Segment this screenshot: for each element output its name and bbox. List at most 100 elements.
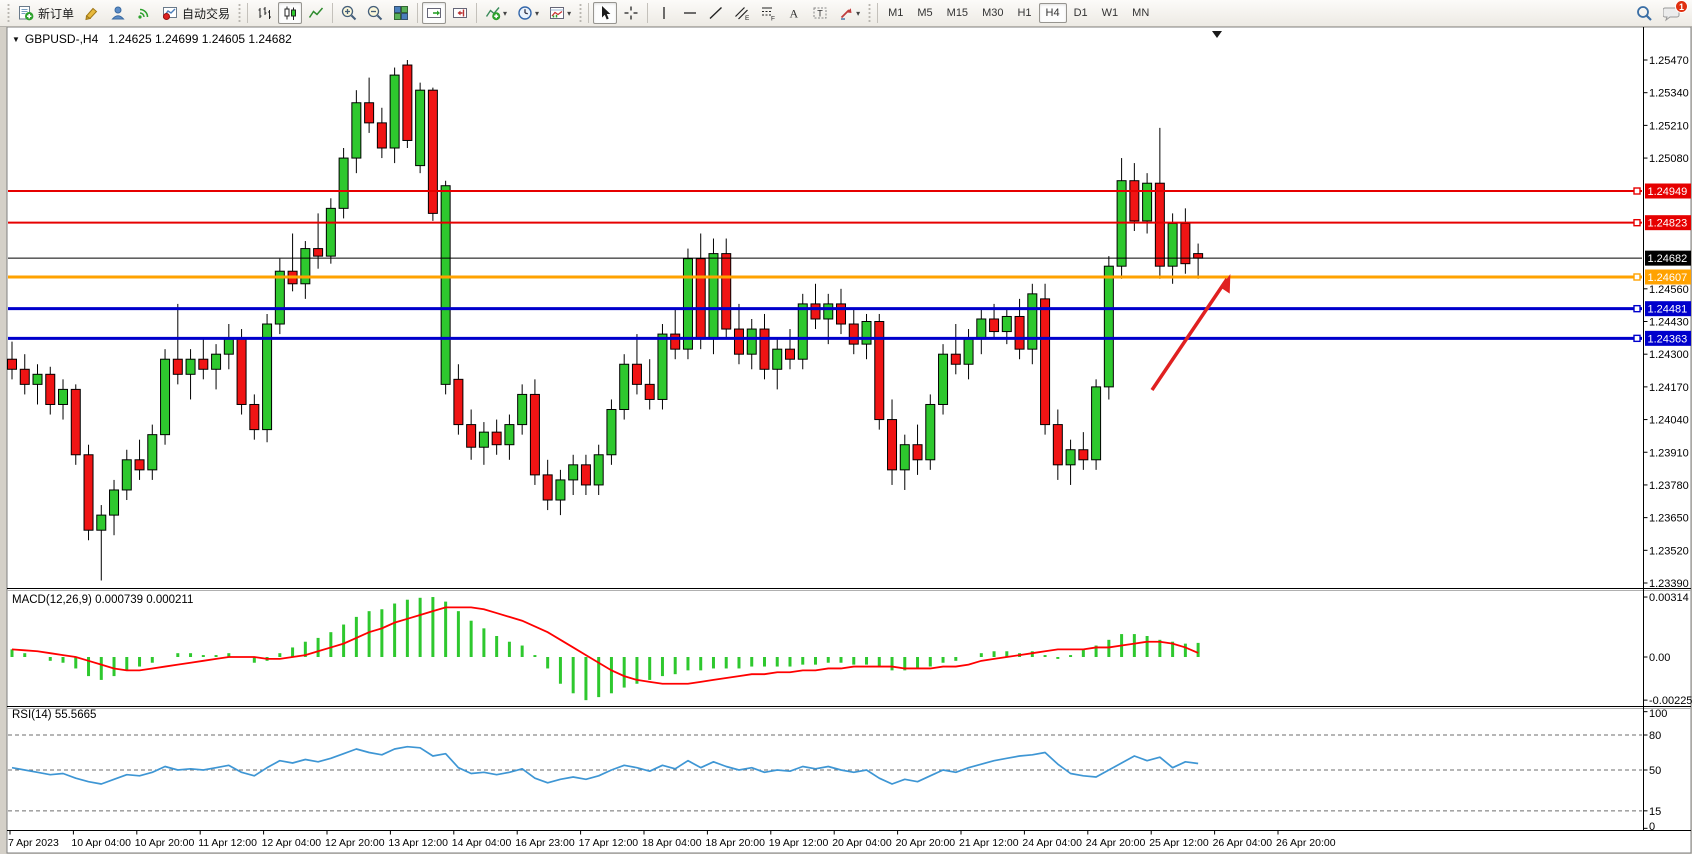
svg-text:1.24430: 1.24430 (1649, 317, 1689, 329)
auto-trading-button[interactable]: 自动交易 (158, 2, 234, 24)
timeframe-h4[interactable]: H4 (1039, 3, 1067, 23)
chart-title[interactable]: ▼GBPUSD-,H41.24625 1.24699 1.24605 1.246… (12, 32, 292, 46)
crosshair-button[interactable] (619, 2, 643, 24)
candle (785, 349, 794, 359)
timeframe-mn[interactable]: MN (1125, 3, 1156, 23)
chart-shift-button[interactable] (448, 2, 472, 24)
toolbar-grip[interactable] (578, 4, 583, 22)
search-button[interactable] (1632, 2, 1657, 24)
candle (326, 208, 335, 256)
candlestick-chart-button[interactable] (278, 2, 302, 24)
svg-text:18 Apr 20:00: 18 Apr 20:00 (705, 837, 765, 849)
separator (588, 3, 589, 23)
candle (530, 394, 539, 474)
auto-scroll-button[interactable] (422, 2, 446, 24)
auto-trading-icon (162, 5, 178, 21)
hline-handle[interactable] (1634, 274, 1640, 280)
svg-text:1.24170: 1.24170 (1649, 382, 1689, 394)
text-button[interactable]: A (782, 2, 806, 24)
indicators-button[interactable]: ▾ (481, 2, 511, 24)
signal-button[interactable] (132, 2, 156, 24)
trendline-button[interactable] (704, 2, 728, 24)
candle (683, 259, 692, 350)
timeframe-m15[interactable]: M15 (940, 3, 975, 23)
person-icon (110, 5, 126, 21)
candle (556, 480, 565, 500)
timeframe-h1[interactable]: H1 (1010, 3, 1038, 23)
candle (1002, 316, 1011, 331)
hline-handle[interactable] (1634, 220, 1640, 226)
tile-windows-button[interactable] (389, 2, 413, 24)
chart-area[interactable]: 1.254701.253401.252101.250801.245601.244… (0, 0, 1692, 854)
candle (1168, 223, 1177, 266)
timeframe-m5[interactable]: M5 (910, 3, 939, 23)
candle (8, 359, 17, 369)
tile-windows-icon (393, 5, 409, 21)
candle (543, 475, 552, 500)
price-badge: 1.24949 (1645, 184, 1691, 199)
candle (1053, 425, 1062, 465)
svg-text:26 Apr 04:00: 26 Apr 04:00 (1213, 837, 1273, 849)
svg-text:20 Apr 20:00: 20 Apr 20:00 (896, 837, 956, 849)
arrows-tool-button[interactable]: ▾ (834, 2, 864, 24)
timeframe-m1[interactable]: M1 (881, 3, 910, 23)
toolbar-grip[interactable] (867, 4, 872, 22)
chevron-down-icon: ▾ (535, 9, 539, 18)
hline-handle[interactable] (1634, 188, 1640, 194)
candle (1092, 387, 1101, 460)
timeframe-d1[interactable]: D1 (1067, 3, 1095, 23)
horizontal-line-icon (682, 5, 698, 21)
svg-text:50: 50 (1649, 765, 1661, 777)
styler-button[interactable] (80, 2, 104, 24)
fibonacci-icon: F (760, 5, 776, 21)
candle (913, 445, 922, 460)
horizontal-line-button[interactable] (678, 2, 702, 24)
hline-handle[interactable] (1634, 306, 1640, 312)
candle (951, 354, 960, 364)
svg-text:1.24823: 1.24823 (1648, 218, 1688, 230)
new-order-icon (18, 5, 34, 21)
macd-indicator-label: MACD(12,26,9) 0.000739 0.000211 (12, 594, 193, 606)
timeframe-w1[interactable]: W1 (1095, 3, 1126, 23)
svg-text:18 Apr 04:00: 18 Apr 04:00 (642, 837, 702, 849)
fibonacci-button[interactable]: F (756, 2, 780, 24)
profile-button[interactable] (106, 2, 130, 24)
candle (964, 339, 973, 364)
candle (441, 186, 450, 385)
equidistant-channel-button[interactable]: E (730, 2, 754, 24)
periods-button[interactable]: ▾ (513, 2, 543, 24)
bar-chart-button[interactable] (252, 2, 276, 24)
svg-text:1.23390: 1.23390 (1649, 578, 1689, 590)
candle (1104, 266, 1113, 387)
candle (237, 339, 246, 404)
price-badge: 1.24607 (1645, 269, 1691, 284)
candlestick-icon (282, 5, 298, 21)
candle (186, 359, 195, 374)
candle (199, 359, 208, 369)
main-toolbar: 新订单 自动交易 ▾ ▾ (0, 0, 1692, 27)
chart-window[interactable] (7, 27, 1691, 853)
hline-handle[interactable] (1634, 335, 1640, 341)
notifications-button[interactable]: 1 (1659, 2, 1685, 24)
svg-text:17 Apr 12:00: 17 Apr 12:00 (579, 837, 639, 849)
svg-text:10 Apr 20:00: 10 Apr 20:00 (135, 837, 195, 849)
toolbar-grip[interactable] (237, 4, 242, 22)
svg-text:1.25470: 1.25470 (1649, 55, 1689, 67)
timeframe-m30[interactable]: M30 (975, 3, 1010, 23)
candle (377, 123, 386, 148)
templates-button[interactable]: ▾ (545, 2, 575, 24)
new-order-button[interactable]: 新订单 (14, 2, 78, 24)
toolbar-grip[interactable] (6, 4, 11, 22)
candle (224, 339, 233, 354)
zoom-out-button[interactable] (363, 2, 387, 24)
cursor-button[interactable] (593, 2, 617, 24)
candle (59, 389, 68, 404)
vertical-line-button[interactable] (652, 2, 676, 24)
svg-text:16 Apr 23:00: 16 Apr 23:00 (515, 837, 575, 849)
svg-text:24 Apr 04:00: 24 Apr 04:00 (1022, 837, 1082, 849)
text-label-button[interactable]: T (808, 2, 832, 24)
separator (417, 3, 418, 23)
line-chart-button[interactable] (304, 2, 328, 24)
zoom-in-button[interactable] (337, 2, 361, 24)
candle (1066, 450, 1075, 465)
